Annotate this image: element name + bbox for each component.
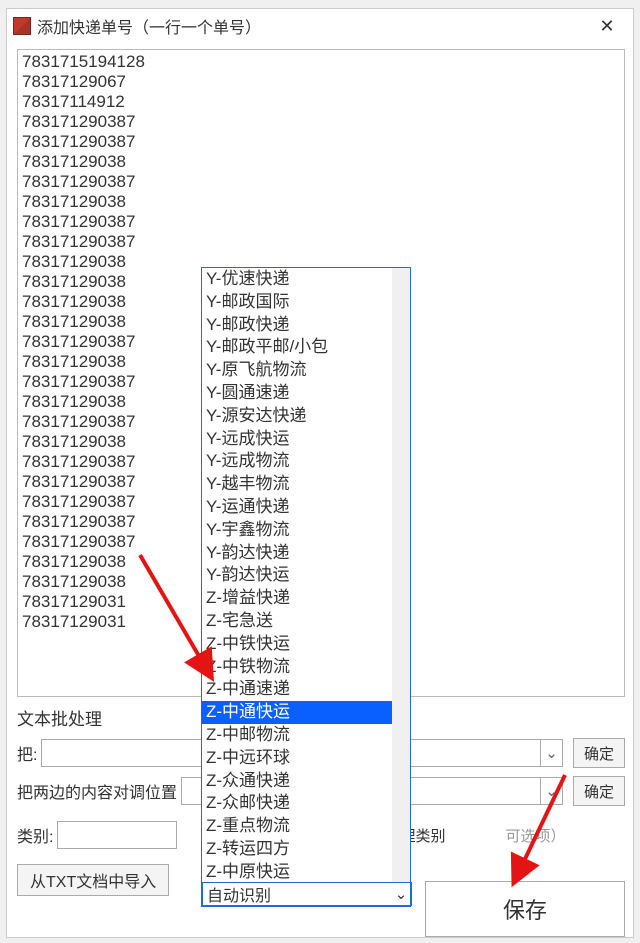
confirm-button-1[interactable]: 确定: [573, 738, 625, 768]
courier-option[interactable]: Z-重点物流: [202, 815, 392, 838]
courier-option[interactable]: Y-远成物流: [202, 450, 392, 473]
category-label: 类别:: [17, 823, 53, 847]
swap-label: 把两边的内容对调位置: [17, 779, 177, 803]
courier-option[interactable]: Z-转运四方: [202, 838, 392, 861]
courier-option[interactable]: Y-宇鑫物流: [202, 519, 392, 542]
app-icon: [13, 17, 31, 35]
courier-dropdown-trigger[interactable]: 自动识别 ⌄: [202, 882, 412, 906]
courier-dropdown-list[interactable]: Y-优速快递Y-邮政国际Y-邮政快递Y-邮政平邮/小包Y-原飞航物流Y-圆通速递…: [202, 268, 410, 883]
save-button[interactable]: 保存: [425, 881, 625, 937]
courier-option[interactable]: Z-增益快递: [202, 587, 392, 610]
courier-option[interactable]: Y-圆通速递: [202, 382, 392, 405]
courier-option[interactable]: Z-众邮快递: [202, 792, 392, 815]
category-input[interactable]: [57, 821, 177, 849]
close-button[interactable]: ✕: [587, 12, 627, 40]
courier-option[interactable]: Z-中邮物流: [202, 724, 392, 747]
chevron-down-icon: ⌄: [540, 740, 562, 766]
courier-option[interactable]: Z-中铁快运: [202, 633, 392, 656]
courier-option[interactable]: Y-源安达快递: [202, 405, 392, 428]
titlebar: 添加快递单号（一行一个单号） ✕: [7, 9, 633, 43]
confirm-button-2[interactable]: 确定: [573, 776, 625, 806]
courier-option[interactable]: Z-中通快运: [202, 701, 392, 724]
import-txt-button[interactable]: 从TXT文档中导入: [17, 864, 169, 896]
courier-option[interactable]: Y-韵达快运: [202, 564, 392, 587]
courier-option[interactable]: Y-邮政快递: [202, 314, 392, 337]
courier-option[interactable]: Y-韵达快递: [202, 542, 392, 565]
courier-option[interactable]: Z-中通速递: [202, 678, 392, 701]
chevron-down-icon: ⌄: [391, 883, 411, 905]
window-title: 添加快递单号（一行一个单号）: [37, 14, 587, 38]
courier-option[interactable]: Y-运通快递: [202, 496, 392, 519]
courier-option[interactable]: Z-中原快运: [202, 861, 392, 883]
courier-option[interactable]: Y-邮政国际: [202, 291, 392, 314]
courier-option[interactable]: Z-众通快递: [202, 770, 392, 793]
courier-option[interactable]: Y-原飞航物流: [202, 359, 392, 382]
chevron-down-icon: ⌄: [540, 778, 562, 804]
courier-dropdown-value: 自动识别: [203, 882, 391, 906]
courier-option[interactable]: Y-优速快递: [202, 268, 392, 291]
courier-option[interactable]: Z-宅急送: [202, 610, 392, 633]
courier-option[interactable]: Z-中远环球: [202, 747, 392, 770]
courier-option[interactable]: Y-越丰物流: [202, 473, 392, 496]
courier-option[interactable]: Y-邮政平邮/小包: [202, 336, 392, 359]
replace-label: 把:: [17, 741, 37, 765]
courier-dropdown: Y-优速快递Y-邮政国际Y-邮政快递Y-邮政平邮/小包Y-原飞航物流Y-圆通速递…: [201, 267, 411, 907]
courier-option[interactable]: Z-中铁物流: [202, 656, 392, 679]
courier-option[interactable]: Y-远成快运: [202, 428, 392, 451]
optional-hint: 可选项）: [505, 825, 565, 846]
